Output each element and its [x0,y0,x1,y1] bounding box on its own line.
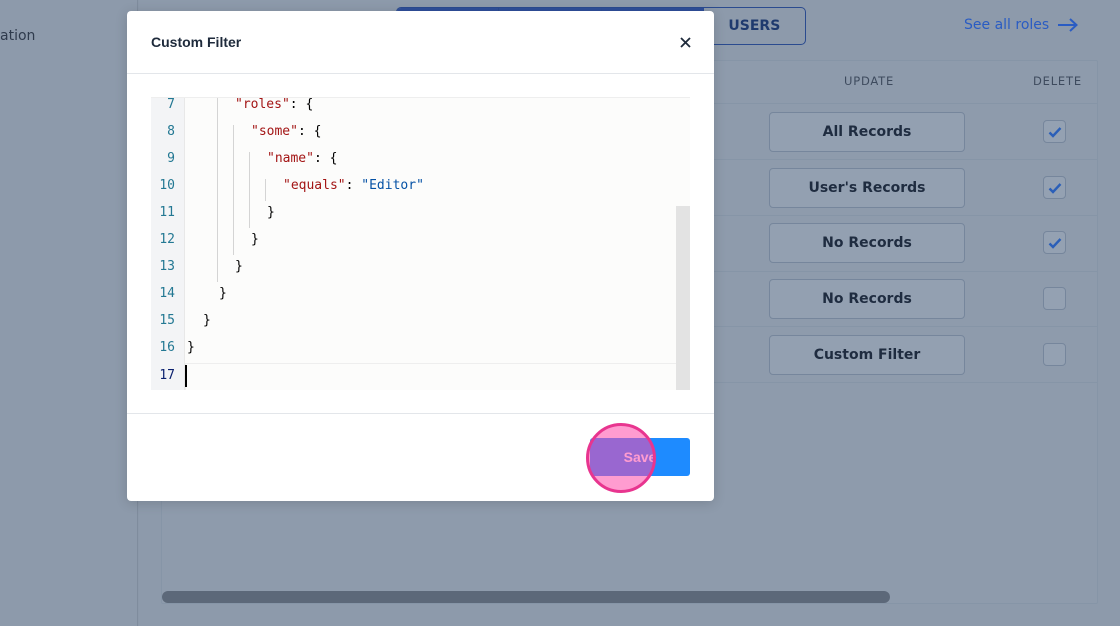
code-line: 15 } [151,307,690,334]
json-key: "equals" [283,178,346,193]
close-button[interactable] [675,32,695,52]
line-number: 9 [167,151,175,166]
code-line: 12 } [151,226,690,253]
code-text: } [267,205,275,220]
line-number: 12 [159,232,175,247]
row-divider [713,215,1098,216]
code-text: } [203,313,211,328]
sidebar-item-label[interactable]: ation [0,28,35,44]
code-line: 10 "equals": "Editor" [151,172,690,199]
code-text: } [235,259,243,274]
code-line: 17 [151,362,690,389]
line-number: 10 [159,178,175,193]
json-key: "roles" [235,97,290,112]
code-text: } [187,340,195,355]
save-button[interactable]: Save [590,438,690,476]
code-line: 16 } [151,334,690,361]
checkmark-icon [1048,182,1061,194]
line-number: 7 [167,97,175,112]
arrow-right-icon [1058,18,1079,32]
text-cursor [185,365,187,387]
line-number: 14 [159,286,175,301]
code-line: 14 } [151,280,690,307]
update-permission-button[interactable]: Custom Filter [769,335,965,375]
code-text: "equals": "Editor" [283,172,424,199]
row-divider [713,382,1098,383]
row-divider [713,159,1098,160]
code-line: 7 "roles": { [151,97,690,118]
delete-checkbox[interactable] [1043,176,1066,199]
update-permission-button[interactable]: All Records [769,112,965,152]
line-number: 16 [159,340,175,355]
json-key: "some" [251,124,298,139]
modal-title: Custom Filter [151,34,242,50]
update-permission-button[interactable]: No Records [769,279,965,319]
close-icon [679,36,691,48]
checkmark-icon [1048,237,1061,249]
modal-header: Custom Filter [127,11,714,74]
code-text: } [251,232,259,247]
see-all-roles-link[interactable]: See all roles [964,17,1079,33]
see-all-roles-label: See all roles [964,17,1050,33]
line-number: 11 [159,205,175,220]
tab-users[interactable]: USERS [704,8,805,44]
code-line: 8 "some": { [151,118,690,145]
json-punctuation: : { [297,124,322,139]
horizontal-scrollbar[interactable] [162,591,890,603]
json-punctuation: : [345,178,362,193]
line-number: 13 [159,259,175,274]
column-header-update: UPDATE [844,74,895,88]
modal-footer-divider [127,413,714,414]
sidebar: ation [0,0,138,626]
line-number: 17 [159,368,175,383]
row-divider [713,271,1098,272]
code-line: 11 } [151,199,690,226]
update-permission-button[interactable]: User's Records [769,168,965,208]
json-punctuation: : { [313,151,338,166]
code-text: } [219,286,227,301]
code-text: "some": { [251,118,321,145]
json-string-value: "Editor" [361,178,424,193]
code-line: 13 } [151,253,690,280]
delete-checkbox[interactable] [1043,287,1066,310]
row-divider [713,103,1098,104]
checkmark-icon [1048,126,1061,138]
code-text: "name": { [267,145,337,172]
json-punctuation: : { [289,97,314,112]
update-permission-button[interactable]: No Records [769,223,965,263]
code-line: 9 "name": { [151,145,690,172]
row-divider [713,326,1098,327]
vertical-scrollbar[interactable] [676,206,690,390]
code-text: "roles": { [235,97,314,118]
line-number: 15 [159,313,175,328]
custom-filter-modal: Custom Filter 7 "roles": { 8 "some": { 9… [127,11,714,501]
line-number: 8 [167,124,175,139]
json-code-editor[interactable]: 7 "roles": { 8 "some": { 9 "name": { 10 … [151,97,690,390]
delete-checkbox[interactable] [1043,231,1066,254]
delete-checkbox[interactable] [1043,343,1066,366]
column-header-delete: DELETE [1033,74,1082,88]
json-key: "name" [267,151,314,166]
delete-checkbox[interactable] [1043,120,1066,143]
